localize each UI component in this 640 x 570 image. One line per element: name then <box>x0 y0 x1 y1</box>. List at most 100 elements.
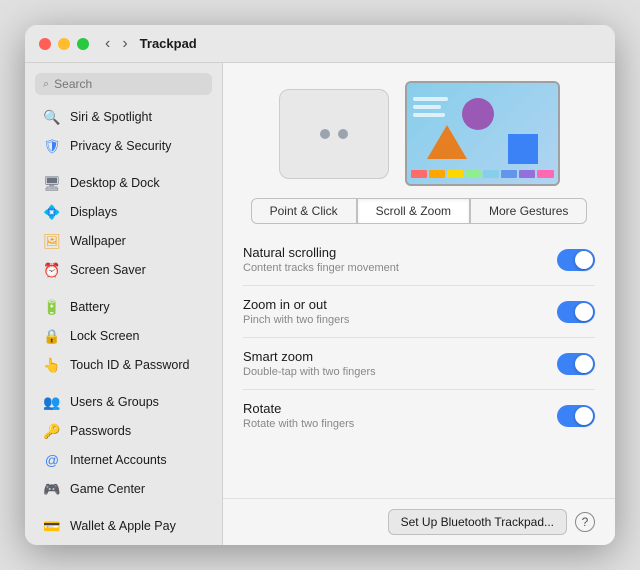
main-window: ‹ › Trackpad ⌕ 🔍 Siri & Spotlight 🛡 Privacy… <box>25 25 615 545</box>
trackpad-dots <box>320 129 348 139</box>
search-icon: ⌕ <box>43 78 49 91</box>
setting-row-smart-zoom: Smart zoom Double-tap with two fingers <box>243 338 595 390</box>
setting-desc-smart-zoom: Double-tap with two fingers <box>243 366 376 378</box>
palette-color-4 <box>483 170 499 178</box>
setting-label-zoom-in-out: Zoom in or out <box>243 297 349 312</box>
traffic-lights <box>39 38 89 50</box>
screen-lines <box>413 97 448 117</box>
sidebar-label-siri-spotlight: Siri & Spotlight <box>70 110 152 124</box>
setting-desc-rotate: Rotate with two fingers <box>243 418 354 430</box>
close-button[interactable] <box>39 38 51 50</box>
back-button[interactable]: ‹ <box>101 34 114 54</box>
sidebar-label-desktop-dock: Desktop & Dock <box>70 176 160 190</box>
sidebar-label-screen-saver: Screen Saver <box>70 263 146 277</box>
setting-label-rotate: Rotate <box>243 401 354 416</box>
toggle-rotate[interactable] <box>557 405 595 427</box>
sidebar-icon-passwords: 🔑 <box>43 422 61 440</box>
nav-arrows: ‹ › <box>101 34 132 54</box>
sidebar-item-screen-saver[interactable]: ⏰ Screen Saver <box>31 256 216 284</box>
palette-color-0 <box>411 170 427 178</box>
trackpad-graphic <box>279 89 389 179</box>
setting-row-zoom-in-out: Zoom in or out Pinch with two fingers <box>243 286 595 338</box>
sidebar-icon-wallet-apple-pay: 💳 <box>43 517 61 535</box>
tab-more-gestures[interactable]: More Gestures <box>470 198 587 224</box>
setting-text-rotate: Rotate Rotate with two fingers <box>243 401 354 430</box>
sidebar-icon-lock-screen: 🔒 <box>43 327 61 345</box>
palette-color-3 <box>465 170 481 178</box>
sidebar-icon-wallpaper: 🖼 <box>43 232 61 250</box>
sidebar-label-lock-screen: Lock Screen <box>70 329 139 343</box>
sidebar-item-privacy-security[interactable]: 🛡 Privacy & Security <box>31 132 216 160</box>
search-box[interactable]: ⌕ <box>35 73 212 95</box>
sidebar-label-wallet-apple-pay: Wallet & Apple Pay <box>70 519 176 533</box>
settings-list: Natural scrolling Content tracks finger m… <box>223 234 615 498</box>
screen-blue-rect <box>508 134 538 164</box>
palette-color-5 <box>501 170 517 178</box>
sidebar-item-siri-spotlight[interactable]: 🔍 Siri & Spotlight <box>31 103 216 131</box>
sidebar-icon-game-center: 🎮 <box>43 480 61 498</box>
screen-line-1 <box>413 97 448 101</box>
sidebar-item-game-center[interactable]: 🎮 Game Center <box>31 475 216 503</box>
sidebar-icon-battery: 🔋 <box>43 298 61 316</box>
sidebar-label-battery: Battery <box>70 300 110 314</box>
toggle-natural-scrolling[interactable] <box>557 249 595 271</box>
trackpad-dot-2 <box>338 129 348 139</box>
sidebar-item-passwords[interactable]: 🔑 Passwords <box>31 417 216 445</box>
help-button[interactable]: ? <box>575 512 595 532</box>
sidebar-label-privacy-security: Privacy & Security <box>70 139 171 153</box>
setting-label-smart-zoom: Smart zoom <box>243 349 376 364</box>
sidebar-label-users-groups: Users & Groups <box>70 395 159 409</box>
screen-line-2 <box>413 105 441 109</box>
sidebar-item-displays[interactable]: 💠Displays <box>31 198 216 226</box>
setting-text-natural-scrolling: Natural scrolling Content tracks finger m… <box>243 245 399 274</box>
setting-desc-zoom-in-out: Pinch with two fingers <box>243 314 349 326</box>
palette-color-6 <box>519 170 535 178</box>
sidebar-item-lock-screen[interactable]: 🔒 Lock Screen <box>31 322 216 350</box>
toggle-zoom-in-out[interactable] <box>557 301 595 323</box>
titlebar: ‹ › Trackpad <box>25 25 615 63</box>
sidebar-item-touch-id-password[interactable]: 👆 Touch ID & Password <box>31 351 216 379</box>
tab-scroll-zoom[interactable]: Scroll & Zoom <box>357 198 470 224</box>
sidebar-icon-users-groups: 👥 <box>43 393 61 411</box>
toggle-smart-zoom[interactable] <box>557 353 595 375</box>
setting-label-natural-scrolling: Natural scrolling <box>243 245 399 260</box>
trackpad-dot-1 <box>320 129 330 139</box>
bottom-bar: Set Up Bluetooth Trackpad... ? <box>223 498 615 545</box>
sidebar-icon-internet-accounts: @ <box>43 451 61 469</box>
sidebar-label-displays: Displays <box>70 205 117 219</box>
sidebar-item-desktop-dock[interactable]: 🖥 Desktop & Dock <box>31 169 216 197</box>
window-title: Trackpad <box>140 36 197 51</box>
tab-point-click[interactable]: Point & Click <box>251 198 357 224</box>
palette-color-7 <box>537 170 553 178</box>
maximize-button[interactable] <box>77 38 89 50</box>
forward-button[interactable]: › <box>118 34 131 54</box>
minimize-button[interactable] <box>58 38 70 50</box>
sidebar-item-users-groups[interactable]: 👥 Users & Groups <box>31 388 216 416</box>
sidebar-item-wallpaper[interactable]: 🖼Wallpaper <box>31 227 216 255</box>
tabs-row: Point & ClickScroll & ZoomMore Gestures <box>223 198 615 234</box>
color-palette <box>411 170 554 178</box>
setting-text-smart-zoom: Smart zoom Double-tap with two fingers <box>243 349 376 378</box>
sidebar-item-battery[interactable]: 🔋 Battery <box>31 293 216 321</box>
search-input[interactable] <box>54 77 204 91</box>
sidebar-item-internet-accounts[interactable]: @Internet Accounts <box>31 446 216 474</box>
bluetooth-trackpad-button[interactable]: Set Up Bluetooth Trackpad... <box>388 509 567 535</box>
screen-graphic <box>405 81 560 186</box>
screen-triangle-shape <box>427 125 467 159</box>
sidebar-icon-siri-spotlight: 🔍 <box>43 108 61 126</box>
sidebar-label-passwords: Passwords <box>70 424 131 438</box>
sidebar-icon-desktop-dock: 🖥 <box>43 174 61 192</box>
sidebar-icon-privacy-security: 🛡 <box>43 137 61 155</box>
setting-row-natural-scrolling: Natural scrolling Content tracks finger m… <box>243 234 595 286</box>
sidebar-label-touch-id-password: Touch ID & Password <box>70 358 190 372</box>
sidebar-item-wallet-apple-pay[interactable]: 💳 Wallet & Apple Pay <box>31 512 216 540</box>
screen-line-3 <box>413 113 445 117</box>
sidebar: ⌕ 🔍 Siri & Spotlight 🛡 Privacy & Security 🖥 D… <box>25 63 223 545</box>
sidebar-icon-touch-id-password: 👆 <box>43 356 61 374</box>
setting-desc-natural-scrolling: Content tracks finger movement <box>243 262 399 274</box>
preview-area <box>223 63 615 198</box>
sidebar-icon-screen-saver: ⏰ <box>43 261 61 279</box>
sidebar-label-game-center: Game Center <box>70 482 145 496</box>
content-area: ⌕ 🔍 Siri & Spotlight 🛡 Privacy & Security 🖥 D… <box>25 63 615 545</box>
main-panel: Point & ClickScroll & ZoomMore Gestures … <box>223 63 615 545</box>
